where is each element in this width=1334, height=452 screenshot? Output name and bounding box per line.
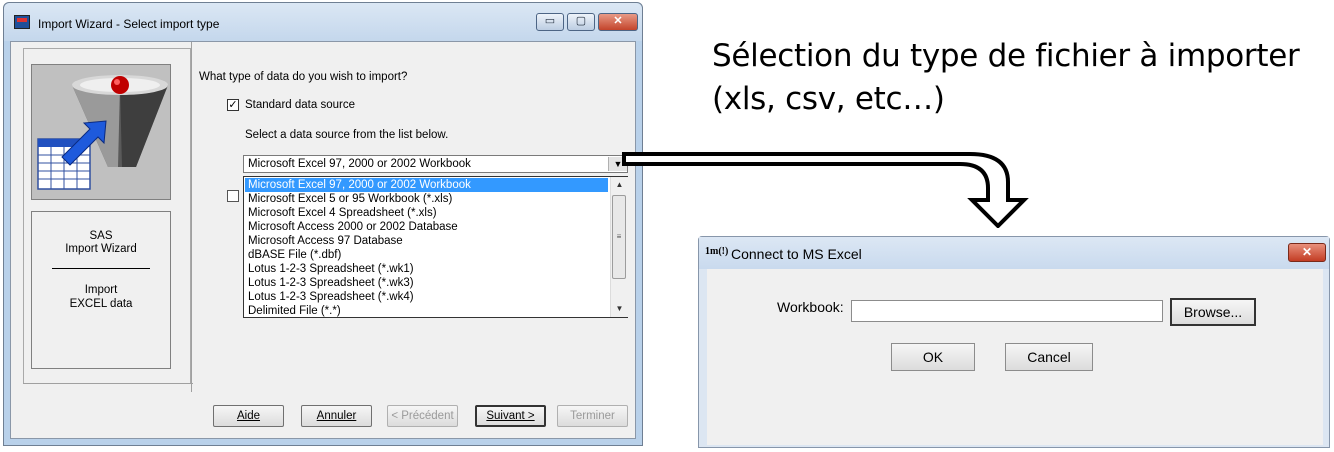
info-product: SAS xyxy=(89,230,113,242)
connector-arrow-icon xyxy=(622,152,1029,228)
funnel-table-icon xyxy=(32,65,170,199)
previous-button[interactable]: < Précédent xyxy=(387,405,458,427)
data-source-dropdown-list[interactable]: Microsoft Excel 97, 2000 or 2002 Workboo… xyxy=(243,176,628,318)
list-item[interactable]: Microsoft Excel 97, 2000 or 2002 Workboo… xyxy=(245,178,608,192)
info-target: EXCEL data xyxy=(69,298,133,310)
standard-source-label[interactable]: Standard data source xyxy=(245,99,355,111)
close-icon[interactable]: ✕ xyxy=(1288,243,1326,262)
list-item[interactable]: Microsoft Access 2000 or 2002 Database xyxy=(245,220,608,234)
workbook-label: Workbook: xyxy=(777,299,844,315)
list-item[interactable]: Microsoft Excel 5 or 95 Workbook (*.xls) xyxy=(245,192,608,206)
connect-ms-excel-dialog: 1m(!) Connect to MS Excel ✕ Workbook: Br… xyxy=(698,236,1330,448)
import-wizard-logo xyxy=(31,64,171,200)
browse-button[interactable]: Browse... xyxy=(1170,298,1256,326)
list-item[interactable]: dBASE File (*.dbf) xyxy=(245,248,608,262)
excel-dialog-title: Connect to MS Excel xyxy=(731,246,862,262)
list-item[interactable]: Microsoft Excel 4 Spreadsheet (*.xls) xyxy=(245,206,608,220)
maximize-button[interactable]: ▢ xyxy=(567,13,595,31)
list-item[interactable]: Microsoft Access 97 Database xyxy=(245,234,608,248)
cancel-button[interactable]: Annuler xyxy=(301,405,372,427)
wizard-title: Import Wizard - Select import type xyxy=(38,17,220,31)
horizontal-divider xyxy=(23,383,193,384)
finish-button[interactable]: Terminer xyxy=(557,405,628,427)
info-action: Import xyxy=(84,284,118,296)
info-divider xyxy=(52,268,150,269)
scroll-down-icon[interactable]: ▼ xyxy=(611,301,628,317)
next-button[interactable]: Suivant > xyxy=(475,405,546,427)
excel-cancel-button[interactable]: Cancel xyxy=(1005,343,1093,371)
help-button-label: Aide xyxy=(236,410,261,422)
sas-dialog-icon: 1m(!) xyxy=(705,246,729,257)
excel-dialog-body: Workbook: Browse... OK Cancel xyxy=(707,269,1323,445)
annotation-line-1: Sélection du type de fichier à importer xyxy=(712,38,1300,74)
list-item[interactable]: Lotus 1-2-3 Spreadsheet (*.wk3) xyxy=(245,276,608,290)
close-button[interactable]: ✕ xyxy=(598,13,638,31)
list-item[interactable]: Lotus 1-2-3 Spreadsheet (*.wk1) xyxy=(245,262,608,276)
data-source-combobox[interactable]: Microsoft Excel 97, 2000 or 2002 Workboo… xyxy=(243,155,628,173)
wizard-body: SAS Import Wizard Import EXCEL data What… xyxy=(10,41,636,439)
select-source-hint: Select a data source from the list below… xyxy=(245,129,449,141)
list-item[interactable]: Delimited File (*.*) xyxy=(245,304,608,318)
info-wizard-name: Import Wizard xyxy=(65,243,137,255)
cancel-button-label: Annuler xyxy=(316,410,357,422)
annotation-line-2: (xls, csv, etc…) xyxy=(712,81,945,117)
sas-app-icon xyxy=(14,15,30,29)
combobox-value: Microsoft Excel 97, 2000 or 2002 Workboo… xyxy=(248,158,471,170)
workbook-input[interactable] xyxy=(851,300,1163,322)
import-question: What type of data do you wish to import? xyxy=(199,71,408,83)
vertical-divider xyxy=(191,42,192,392)
standard-source-checkbox[interactable]: ✓ xyxy=(227,99,239,111)
wizard-info-box: SAS Import Wizard Import EXCEL data xyxy=(31,211,171,369)
import-wizard-window: Import Wizard - Select import type ▭ ▢ ✕ xyxy=(3,2,643,446)
next-button-label: Suivant > xyxy=(486,410,535,422)
user-defined-checkbox[interactable] xyxy=(227,190,239,202)
minimize-button[interactable]: ▭ xyxy=(536,13,564,31)
help-button[interactable]: Aide xyxy=(213,405,284,427)
wizard-title-bar[interactable]: Import Wizard - Select import type ▭ ▢ ✕ xyxy=(4,3,642,41)
list-item[interactable]: Lotus 1-2-3 Spreadsheet (*.wk4) xyxy=(245,290,608,304)
ok-button[interactable]: OK xyxy=(891,343,975,371)
excel-dialog-title-bar[interactable]: 1m(!) Connect to MS Excel ✕ xyxy=(699,237,1329,269)
